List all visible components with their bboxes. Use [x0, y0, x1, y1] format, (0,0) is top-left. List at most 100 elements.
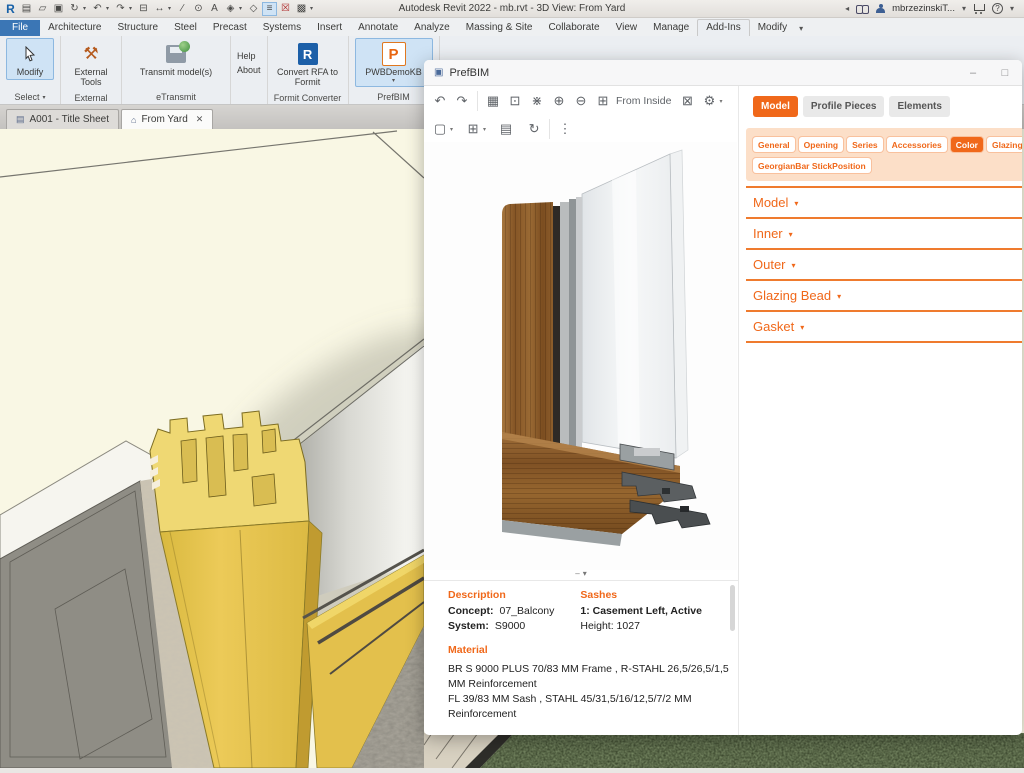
account-icon[interactable] — [876, 4, 885, 14]
view-tab-title-sheet[interactable]: ▤ A001 - Title Sheet — [6, 109, 119, 129]
redo-caret-icon[interactable]: ▾ — [129, 5, 135, 12]
revit-logo-icon[interactable]: R — [3, 2, 18, 16]
help-icon[interactable]: ? — [992, 3, 1003, 14]
subtab-glazing[interactable]: Glazing — [987, 137, 1022, 152]
fullscreen-icon[interactable]: ⋇ — [527, 91, 547, 111]
view-settings-icon[interactable]: ⚙ — [699, 91, 719, 111]
collapse-search-icon[interactable]: ◂ — [845, 4, 849, 13]
tab-insert[interactable]: Insert — [309, 20, 350, 36]
save-icon[interactable]: ▣ — [51, 2, 66, 16]
dialog-titlebar[interactable]: ▣ PrefBIM – □ — [424, 60, 1022, 86]
measure-icon[interactable]: ↔ — [152, 2, 167, 16]
qat-customize-icon[interactable]: ▾ — [310, 5, 316, 12]
dialog-minimize-button[interactable]: – — [966, 67, 980, 79]
tab-file[interactable]: File — [0, 20, 40, 36]
accordion-model[interactable]: Model▾ — [746, 188, 1022, 219]
print-icon[interactable]: ⊟ — [136, 2, 151, 16]
tab-manage[interactable]: Manage — [645, 20, 697, 36]
undo-icon[interactable]: ↶ — [90, 2, 105, 16]
sync-caret-icon[interactable]: ▾ — [83, 5, 89, 12]
tab-view[interactable]: View — [608, 20, 646, 36]
redo-icon[interactable]: ↷ — [452, 91, 472, 111]
window-preview-3d[interactable]: – ▾ — [424, 142, 738, 580]
from-inside-label[interactable]: From Inside — [616, 95, 671, 107]
subtab-georgianbar-stickposition[interactable]: GeorgianBar StickPosition — [753, 158, 871, 173]
modify-button[interactable]: Modify — [6, 38, 54, 80]
store-cart-icon[interactable] — [973, 4, 985, 13]
sync-icon[interactable]: ↻ — [67, 2, 82, 16]
convert-rfa-button[interactable]: R Convert RFA to Formit — [274, 38, 342, 91]
subtab-general[interactable]: General — [753, 137, 795, 152]
panel-select-label[interactable]: Select▾ — [0, 90, 60, 104]
tab-elements[interactable]: Elements — [889, 96, 949, 117]
tab-analyze[interactable]: Analyze — [406, 20, 458, 36]
selection-options-icon[interactable]: ▢ — [430, 119, 450, 139]
tab-systems[interactable]: Systems — [255, 20, 309, 36]
thin-lines-icon[interactable]: ≡ — [262, 2, 277, 16]
measure-caret-icon[interactable]: ▾ — [168, 5, 174, 12]
tab-precast[interactable]: Precast — [205, 20, 255, 36]
tab-massing-site[interactable]: Massing & Site — [458, 20, 541, 36]
search-icon[interactable] — [856, 5, 869, 13]
ribbon-options-icon[interactable]: ▾ — [799, 24, 803, 36]
subtab-opening[interactable]: Opening — [799, 137, 843, 152]
pwbdemokb-button[interactable]: P PWBDemoKB ▾ — [355, 38, 433, 87]
tag-icon[interactable]: ⊙ — [191, 2, 206, 16]
subtab-series[interactable]: Series — [847, 137, 883, 152]
text-icon[interactable]: A — [207, 2, 222, 16]
grid-edit-caret-icon[interactable]: ▾ — [483, 126, 486, 133]
rotate-icon[interactable]: ↻ — [524, 119, 544, 139]
preview-collapse-handle[interactable]: – ▾ — [575, 569, 586, 578]
section-icon[interactable]: ◇ — [246, 2, 261, 16]
default-3d-view-icon[interactable]: ◈ — [223, 2, 238, 16]
grid-edit-icon[interactable]: ⊞ — [463, 119, 483, 139]
tab-structure[interactable]: Structure — [109, 20, 166, 36]
undo-caret-icon[interactable]: ▾ — [106, 5, 112, 12]
zoom-out-icon[interactable]: ⊖ — [571, 91, 591, 111]
tab-profile-pieces[interactable]: Profile Pieces — [803, 96, 885, 117]
more-options-icon[interactable]: ⋮ — [555, 119, 575, 139]
fit-view-icon[interactable]: ▦ — [483, 91, 503, 111]
redo-icon[interactable]: ↷ — [113, 2, 128, 16]
tab-architecture[interactable]: Architecture — [40, 20, 109, 36]
accordion-outer[interactable]: Outer▾ — [746, 250, 1022, 281]
subtab-color[interactable]: Color — [951, 137, 983, 152]
new-doc-icon[interactable]: ▤ — [19, 2, 34, 16]
material-line-1: BR S 9000 PLUS 70/83 MM Frame , R-STAHL … — [448, 662, 736, 692]
transmit-models-button[interactable]: Transmit model(s) — [128, 38, 224, 80]
zoom-in-icon[interactable]: ⊕ — [549, 91, 569, 111]
view3d-caret-icon[interactable]: ▾ — [239, 5, 245, 12]
tab-modify[interactable]: Modify — [750, 20, 795, 36]
undo-icon[interactable]: ↶ — [430, 91, 450, 111]
view-settings-caret-icon[interactable]: ▾ — [719, 98, 722, 105]
dialog-maximize-button[interactable]: □ — [998, 67, 1012, 79]
selection-options-caret-icon[interactable]: ▾ — [450, 126, 453, 133]
close-hidden-windows-icon[interactable]: ☒ — [278, 2, 293, 16]
subtab-accessories[interactable]: Accessories — [887, 137, 947, 152]
switch-windows-icon[interactable]: ▩ — [294, 2, 309, 16]
focus-icon[interactable]: ⊡ — [505, 91, 525, 111]
open-icon[interactable]: ▱ — [35, 2, 50, 16]
tab-collaborate[interactable]: Collaborate — [540, 20, 607, 36]
about-button[interactable]: About — [237, 65, 261, 75]
system-key: System: — [448, 619, 489, 634]
section-box-icon[interactable]: ⊠ — [677, 91, 697, 111]
view-tab-from-yard[interactable]: ⌂ From Yard ✕ — [121, 109, 213, 129]
accordion-glazing-bead[interactable]: Glazing Bead▾ — [746, 281, 1022, 312]
accordion-gasket[interactable]: Gasket▾ — [746, 312, 1022, 343]
close-view-icon[interactable]: ✕ — [196, 114, 204, 125]
tab-steel[interactable]: Steel — [166, 20, 205, 36]
tab-model[interactable]: Model — [753, 96, 798, 117]
from-inside-icon[interactable]: ⊞ — [593, 91, 613, 111]
username[interactable]: mbrzezinskiT... — [892, 3, 955, 14]
tab-add-ins[interactable]: Add-Ins — [697, 19, 749, 36]
help-button[interactable]: Help — [237, 51, 256, 61]
tab-annotate[interactable]: Annotate — [350, 20, 406, 36]
layers-icon[interactable]: ▤ — [496, 119, 516, 139]
accordion-inner[interactable]: Inner▾ — [746, 219, 1022, 250]
account-caret-icon[interactable]: ▾ — [962, 4, 966, 13]
aligned-dimension-icon[interactable]: ∕ — [175, 2, 190, 16]
external-tools-button[interactable]: ⚒ External Tools — [67, 38, 115, 91]
help-caret-icon[interactable]: ▾ — [1010, 4, 1014, 13]
info-scrollbar[interactable] — [730, 585, 735, 631]
